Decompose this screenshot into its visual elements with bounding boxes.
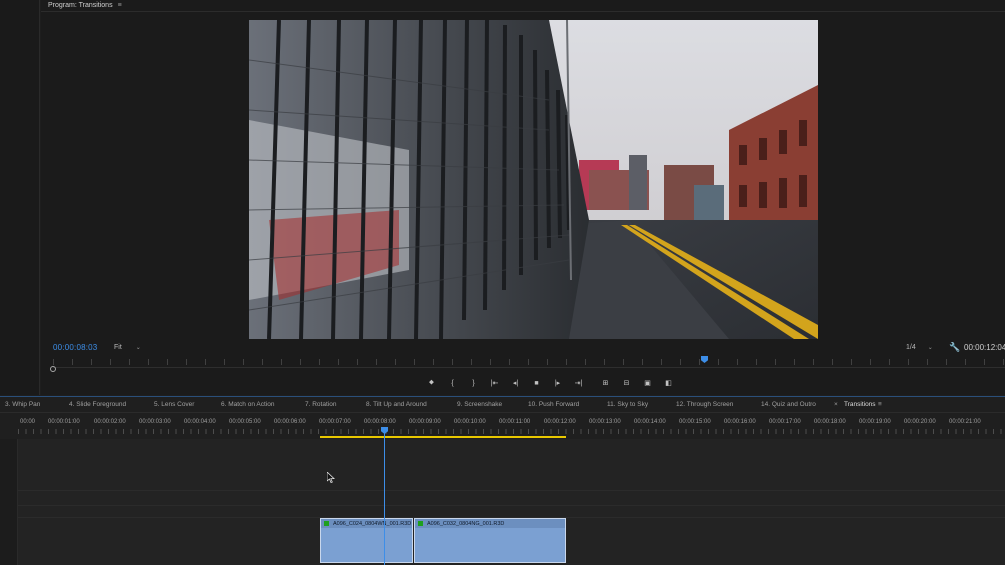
ruler-label: 00:00:13:00 [589,419,621,425]
header-divider [41,11,1005,12]
monitor-header: Program: Transitions ≡ [41,0,122,11]
ruler-ticks [18,429,1005,434]
tab-rotation[interactable]: 7. Rotation [305,401,336,408]
track-separator [18,490,1005,491]
tab-through-screen[interactable]: 12. Through Screen [676,401,733,408]
ruler-label: 00:00:17:00 [769,419,801,425]
ruler-label: 00:00:10:00 [454,419,486,425]
hamburger-icon[interactable]: ≡ [118,2,122,9]
zoom-handle[interactable] [50,366,56,372]
go-to-in-icon[interactable]: |⇤ [484,377,505,389]
clip-header: A096_C032_0804NG_001.R3D [415,519,565,528]
ruler-label: 00:00:15:00 [679,419,711,425]
ruler-label: 00:00:16:00 [724,419,756,425]
step-forward-icon[interactable]: |▸ [547,377,568,389]
track-separator [18,505,1005,506]
tab-tilt-up-and-around[interactable]: 8. Tilt Up and Around [366,401,427,408]
tab-whip-pan[interactable]: 3. Whip Pan [5,401,40,408]
ruler-label: 00:00:06:00 [274,419,306,425]
tab-sky-to-sky[interactable]: 11. Sky to Sky [607,401,648,408]
ruler-label: 00:00:11:00 [499,419,531,425]
step-back-icon[interactable]: ◂| [505,377,526,389]
tab-quiz-and-outro[interactable]: 14. Quiz and Outro [761,401,816,408]
lift-icon[interactable]: ⊞ [595,377,616,389]
timeline-panel: 3. Whip Pan 4. Slide Foreground 5. Lens … [0,397,1005,565]
ruler-label: 00:00:01:00 [48,419,80,425]
ruler-label: 00:00:03:00 [139,419,171,425]
clip-a096-c024[interactable]: A096_C024_0804WN_001.R3D [320,518,413,563]
video-preview-image [249,20,818,339]
ruler-label: 00:00:21:00 [949,419,981,425]
zoom-scroll-bar[interactable] [53,367,1005,372]
ruler-label: 00:00:09:00 [409,419,441,425]
fx-badge-icon [324,521,329,526]
tab-lens-cover[interactable]: 5. Lens Cover [154,401,194,408]
camera-icon[interactable]: ▣ [637,377,658,389]
resolution-select[interactable]: 1/4 ⌄ [906,342,942,353]
wrench-icon[interactable]: 🔧 [949,342,960,353]
ruler-label: 00:00:02:00 [94,419,126,425]
duration-timecode: 00:00:12:04 [964,343,1005,352]
clip-name: A096_C032_0804NG_001.R3D [427,520,505,527]
zoom-value: Fit [114,344,122,351]
go-to-out-icon[interactable]: ⇥| [568,377,589,389]
resolution-value: 1/4 [906,344,916,351]
ruler-label: 00:00:08:00 [364,419,396,425]
tab-push-forward[interactable]: 10. Push Forward [528,401,579,408]
ruler-label: 00:00:07:00 [319,419,351,425]
work-area-bar[interactable] [320,436,566,438]
tab-match-on-action[interactable]: 6. Match on Action [221,401,274,408]
ruler-label: 00:00:18:00 [814,419,846,425]
time-ruler[interactable]: 00:00 00:00:01:00 00:00:02:00 00:00:03:0… [18,419,1005,437]
tab-slide-foreground[interactable]: 4. Slide Foreground [69,401,126,408]
playhead-line[interactable] [384,427,385,565]
fx-badge-icon [418,521,423,526]
ruler-label: 00:00:05:00 [229,419,261,425]
ruler-label: 00:00:19:00 [859,419,891,425]
ruler-label: 00:00 [20,419,36,425]
monitor-scrub-ruler[interactable] [53,356,1005,366]
ruler-label: 00:00:12:00 [544,419,576,425]
chevron-down-icon: ⌄ [135,345,141,351]
chevron-down-icon: ⌄ [927,345,933,351]
program-monitor: Program: Transitions ≡ 00:00:08:03 Fit ⌄… [41,0,1005,395]
hamburger-icon[interactable]: ≡ [878,401,882,408]
marker-icon[interactable]: ⬥ [421,377,442,389]
extract-icon[interactable]: ⊟ [616,377,637,389]
compare-icon[interactable]: ◧ [658,377,679,389]
clip-a096-c032[interactable]: A096_C032_0804NG_001.R3D [414,518,566,563]
ruler-label: 00:00:20:00 [904,419,936,425]
stop-icon[interactable]: ■ [526,377,547,389]
left-panel-strip [0,0,40,395]
clip-header: A096_C024_0804WN_001.R3D [321,519,412,528]
current-timecode[interactable]: 00:00:08:03 [53,343,97,352]
tab-screenshake[interactable]: 9. Screenshake [457,401,502,408]
zoom-select[interactable]: Fit ⌄ [112,342,148,353]
sequence-tabs: 3. Whip Pan 4. Slide Foreground 5. Lens … [0,397,1005,413]
ruler-label: 00:00:04:00 [184,419,216,425]
video-frame [249,20,818,339]
ruler-ticks [53,359,1005,365]
clip-name: A096_C024_0804WN_001.R3D [333,520,412,527]
mouse-cursor-icon [327,472,335,483]
mark-in-button[interactable]: { [442,377,463,389]
close-icon[interactable]: × [834,401,838,408]
mark-out-button[interactable]: } [463,377,484,389]
transport-controls: ⬥ { } |⇤ ◂| ■ |▸ ⇥| ⊞ ⊟ ▣ ◧ [421,377,679,389]
ruler-label: 00:00:14:00 [634,419,666,425]
track-headers [0,439,18,565]
monitor-title[interactable]: Program: Transitions [48,2,113,9]
tab-transitions[interactable]: Transitions [844,401,876,408]
